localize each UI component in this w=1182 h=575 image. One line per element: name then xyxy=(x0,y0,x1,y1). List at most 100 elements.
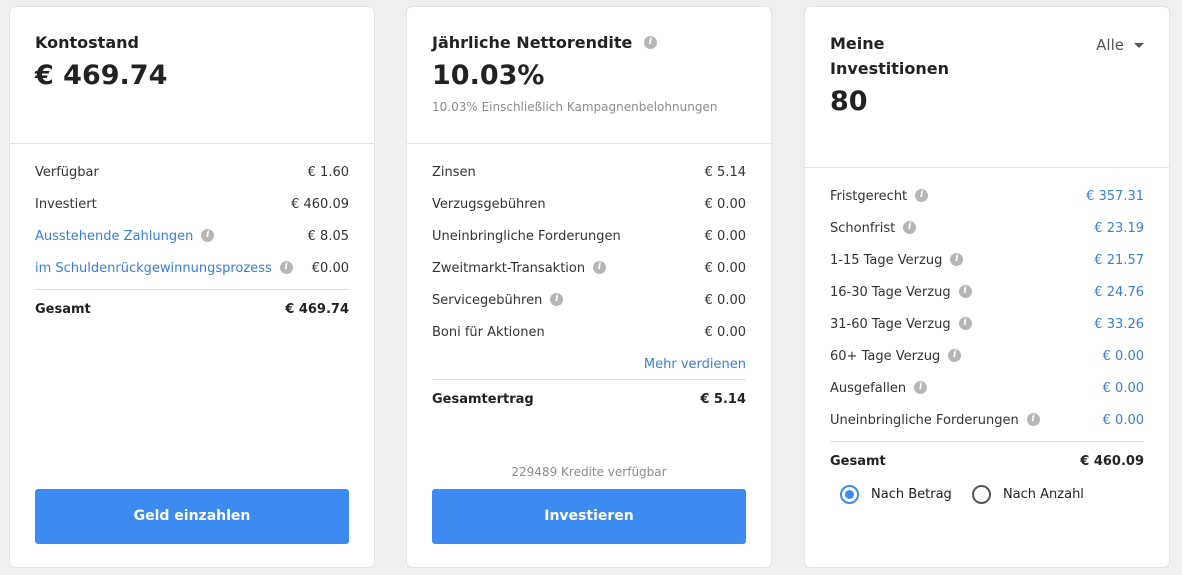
account-balance-header: Kontostand € 469.74 xyxy=(10,7,374,144)
row-value: € 0.00 xyxy=(704,325,746,340)
row-label: Investiert xyxy=(35,197,97,212)
row-late-fees: Verzugsgebühren € 0.00 xyxy=(432,193,746,225)
row-label: Zweitmarkt-Transaktion xyxy=(432,261,586,276)
account-total-row: Gesamt € 469.74 xyxy=(35,290,349,322)
row-label: Schonfrist xyxy=(830,221,896,236)
row-value: € 460.09 xyxy=(291,197,349,212)
row-late-16-30: 16-30 Tage Verzug i € 24.76 xyxy=(830,281,1144,313)
row-late-31-60: 31-60 Tage Verzug i € 33.26 xyxy=(830,313,1144,345)
radio-by-amount[interactable]: Nach Betrag xyxy=(840,485,952,505)
row-label: 1-15 Tage Verzug xyxy=(830,253,943,268)
row-label: Boni für Aktionen xyxy=(432,325,545,340)
radio-unchecked-icon[interactable] xyxy=(971,485,991,504)
investments-breakdown: Fristgerecht i € 357.31 Schonfrist i € 23.… xyxy=(830,185,1144,474)
row-label-wrap: 16-30 Tage Verzug i xyxy=(830,281,972,305)
radio-label[interactable]: Nach Anzahl xyxy=(1003,487,1084,502)
row-defaulted: Ausgefallen i € 0.00 xyxy=(830,377,1144,409)
row-value: €0.00 xyxy=(311,261,349,276)
deposit-button[interactable]: Geld einzahlen xyxy=(35,489,349,544)
row-label: Zinsen xyxy=(432,165,476,180)
my-investments-title: Meine Investitionen xyxy=(830,34,950,78)
row-label-wrap: 31-60 Tage Verzug i xyxy=(830,313,972,337)
row-late-60-plus: 60+ Tage Verzug i € 0.00 xyxy=(830,345,1144,377)
radio-label[interactable]: Nach Betrag xyxy=(871,487,952,502)
total-label: Gesamtertrag xyxy=(432,392,534,407)
annual-return-subtitle: 10.03% Einschließlich Kampagnenbelohnung… xyxy=(432,100,718,114)
row-value[interactable]: € 24.76 xyxy=(1094,281,1144,305)
info-icon[interactable]: i xyxy=(593,261,607,274)
filter-value[interactable]: Alle xyxy=(1096,36,1124,54)
info-icon[interactable]: i xyxy=(958,317,972,330)
radio-checked-icon[interactable] xyxy=(840,485,859,504)
earn-more-link[interactable]: Mehr verdienen xyxy=(644,353,746,377)
investments-count: 80 xyxy=(830,86,868,117)
row-uncollectible: Uneinbringliche Forderungen i € 0.00 xyxy=(830,409,1144,441)
row-label[interactable]: im Schuldenrückgewinnungsprozess xyxy=(35,261,272,276)
row-promotion-bonus: Boni für Aktionen € 0.00 xyxy=(432,321,746,353)
row-label: Uneinbringliche Forderungen xyxy=(830,413,1019,428)
row-value[interactable]: € 33.26 xyxy=(1094,313,1144,337)
row-value: € 0.00 xyxy=(704,293,746,308)
total-value: € 460.09 xyxy=(1080,454,1144,469)
total-label: Gesamt xyxy=(830,454,886,469)
row-label: Fristgerecht xyxy=(830,189,908,204)
row-label-wrap: Uneinbringliche Forderungen i xyxy=(830,409,1040,433)
debt-recovery-link[interactable]: im Schuldenrückgewinnungsprozess i xyxy=(35,257,293,281)
info-icon[interactable]: i xyxy=(948,349,962,362)
row-label[interactable]: Ausstehende Zahlungen xyxy=(35,229,193,244)
row-interest: Zinsen € 5.14 xyxy=(432,161,746,193)
info-icon[interactable]: i xyxy=(915,189,929,202)
info-icon[interactable]: i xyxy=(903,221,917,234)
info-icon[interactable]: i xyxy=(950,253,964,266)
row-value[interactable]: € 0.00 xyxy=(1103,345,1144,369)
row-grace-period: Schonfrist i € 23.19 xyxy=(830,217,1144,249)
account-balance-title: Kontostand xyxy=(35,33,139,52)
info-icon[interactable]: i xyxy=(201,229,215,242)
row-value[interactable]: € 357.31 xyxy=(1086,185,1144,209)
annual-return-title-text: Jährliche Nettorendite xyxy=(432,33,633,52)
my-investments-card: Meine Investitionen 80 Alle Fristgerecht… xyxy=(804,6,1170,568)
invest-button[interactable]: Investieren xyxy=(432,489,746,544)
my-investments-header: Meine Investitionen 80 Alle xyxy=(805,7,1169,168)
row-value: € 1.60 xyxy=(307,165,349,180)
row-label-wrap: 1-15 Tage Verzug i xyxy=(830,249,964,273)
row-label-wrap: Servicegebühren i xyxy=(432,289,564,313)
row-value: € 0.00 xyxy=(704,229,746,244)
annual-return-header: Jährliche Nettorendite i 10.03% 10.03% E… xyxy=(407,7,771,144)
row-value[interactable]: € 21.57 xyxy=(1094,249,1144,273)
row-value: € 0.00 xyxy=(704,197,746,212)
pending-payments-link[interactable]: Ausstehende Zahlungen i xyxy=(35,225,215,249)
filter-dropdown[interactable]: Alle xyxy=(1096,36,1144,54)
caret-down-icon[interactable] xyxy=(1134,43,1144,48)
row-value[interactable]: € 0.00 xyxy=(1103,377,1144,401)
returns-breakdown: Zinsen € 5.14 Verzugsgebühren € 0.00 Une… xyxy=(432,161,746,412)
total-value: € 5.14 xyxy=(700,392,746,407)
info-icon[interactable]: i xyxy=(550,293,564,306)
info-icon[interactable]: i xyxy=(914,381,928,394)
investments-total-row: Gesamt € 460.09 xyxy=(830,442,1144,474)
info-icon[interactable]: i xyxy=(643,36,657,49)
row-label-wrap: Fristgerecht i xyxy=(830,185,929,209)
info-icon[interactable]: i xyxy=(1026,413,1040,426)
annual-return-value: 10.03% xyxy=(432,60,545,91)
row-pending-payments: Ausstehende Zahlungen i € 8.05 xyxy=(35,225,349,257)
annual-return-card: Jährliche Nettorendite i 10.03% 10.03% E… xyxy=(406,6,772,568)
info-icon[interactable]: i xyxy=(958,285,972,298)
row-value[interactable]: € 0.00 xyxy=(1103,409,1144,433)
row-label: Verfügbar xyxy=(35,165,99,180)
total-label: Gesamt xyxy=(35,302,91,317)
row-label: 16-30 Tage Verzug xyxy=(830,285,951,300)
total-value: € 469.74 xyxy=(285,302,349,317)
row-label: Servicegebühren xyxy=(432,293,543,308)
row-value: € 8.05 xyxy=(307,229,349,244)
earn-more-row: Mehr verdienen xyxy=(432,353,746,379)
row-label-wrap: Zweitmarkt-Transaktion i xyxy=(432,257,607,281)
row-available: Verfügbar € 1.60 xyxy=(35,161,349,193)
row-label: 60+ Tage Verzug xyxy=(830,349,941,364)
row-label: Ausgefallen xyxy=(830,381,907,396)
row-label-wrap: Schonfrist i xyxy=(830,217,917,241)
info-icon[interactable]: i xyxy=(279,261,293,274)
row-label-wrap: 60+ Tage Verzug i xyxy=(830,345,962,369)
row-value[interactable]: € 23.19 xyxy=(1094,217,1144,241)
radio-by-count[interactable]: Nach Anzahl xyxy=(971,485,1084,505)
